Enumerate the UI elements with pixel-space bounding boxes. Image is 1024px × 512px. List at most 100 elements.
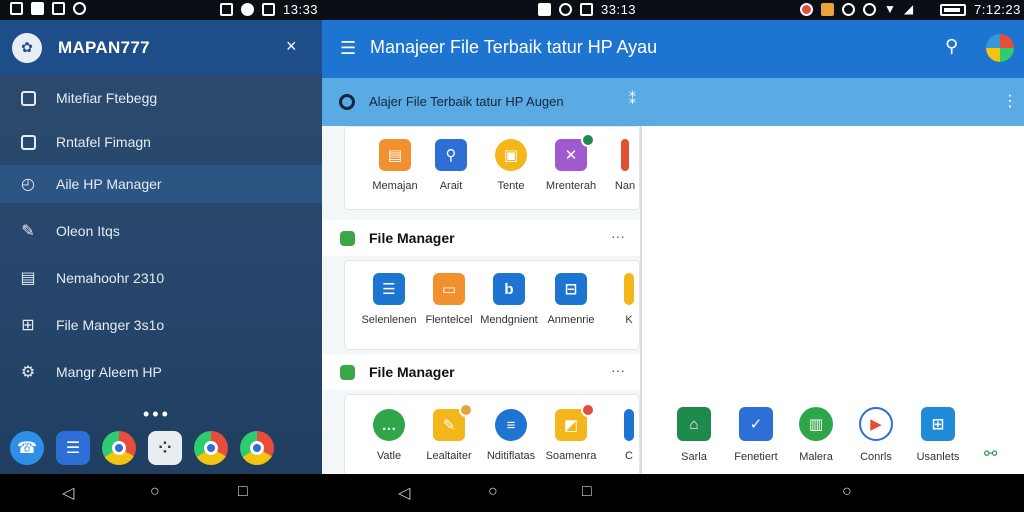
clock-icon: ◴ [21,176,35,193]
app-tile[interactable]: ◩ Soamenra [541,403,601,462]
home-circle-icon[interactable]: ○ [150,483,160,501]
image-icon: ✕ [555,133,595,171]
app-bar: ☰ Manajeer File Terbaik tatur HP Ayau ⚲ [322,20,1024,78]
app-tile-label: Flentelcel [425,314,473,326]
settings-notification-icon [842,2,855,16]
recents-icon[interactable]: □ [582,483,592,501]
bottom-app-tile[interactable]: ⌂ Sarla [664,407,724,463]
chrome-icon[interactable] [194,431,228,465]
navigation-drawer: ✿ MAPAN777 × Mitefiar Ftebegg Rntafel Fi… [0,20,322,474]
sub-header-bar: Alajer File Terbaik tatur HP Augen ⁑ ⋮ [322,78,1024,126]
document-icon: ▤ [379,139,411,171]
app-tile[interactable]: ⊟ Anmenrie [541,273,601,326]
app-tile[interactable]: ⚲ Arait [421,139,481,192]
bottom-app-tile[interactable]: ✓ Fenetiert [726,407,786,463]
drive-icon [624,409,634,441]
recents-icon[interactable]: □ [238,483,248,501]
storage-icon: ⊟ [555,273,587,305]
app-tile[interactable]: ✕ Mrenterah [541,133,601,192]
phone-icon[interactable]: ☎ [10,431,44,465]
app-tile[interactable]: ≡ Nditiflatas [481,409,541,462]
chrome-icon[interactable] [102,431,136,465]
chrome-icon[interactable] [240,431,274,465]
main-content: ▤ Memajan ⚲ Arait ▣ Tente ✕ Mrenterah Na… [322,126,1024,474]
camera-icon [538,3,551,16]
drawer-item-label: Rntafel Fimagn [56,134,151,150]
drawer-item-6[interactable]: ⊞ File Manger 3s1o [0,306,322,344]
folder-icon [340,364,355,380]
drawer-item-label: Oleon Itqs [56,223,120,239]
more-horiz-icon[interactable]: ··· [611,228,625,244]
search-icon[interactable]: ⚲ [945,36,958,57]
apps-grid-icon[interactable]: ⁘ [148,431,182,465]
vibrate-icon [220,3,233,16]
more-dots-icon[interactable]: ••• [143,404,171,425]
sync-icon [73,2,86,15]
image-notification-icon [10,2,23,15]
app-card-row-1: ▤ Memajan ⚲ Arait ▣ Tente ✕ Mrenterah Na… [344,126,640,210]
more-horiz-icon[interactable]: ··· [611,362,625,378]
app-tile[interactable]: b Mendgnient [479,273,539,326]
status-icons-right: ▼ ◢ [800,2,913,16]
app-dock: ☎ ☰ ⁘ [10,431,274,465]
app-tile[interactable]: K [599,273,640,326]
app-tile-label: Mrenterah [545,180,597,192]
section-title: File Manager [369,364,455,380]
notes-icon[interactable]: ☰ [56,431,90,465]
box-icon [624,273,634,305]
app-tile-label: Mendgnient [480,314,538,326]
pane-divider[interactable] [640,126,642,474]
app-tile[interactable]: … Vatle [359,409,419,462]
drawer-item-5[interactable]: ▤ Nemahoohr 2310 [0,259,322,297]
section-header-2: File Manager ··· [322,354,640,390]
more-vert-icon[interactable]: ⋮ [1002,91,1018,111]
check-icon: ✓ [739,407,773,441]
home-circle-icon[interactable]: ○ [488,483,498,501]
bottom-app-tile[interactable]: ▥ Malera [786,407,846,463]
grid-icon: ⊞ [921,407,955,441]
bottom-app-tile[interactable]: ▶ Conrls [846,407,906,463]
app-tile[interactable]: ☰ Selenlenen [359,273,419,326]
back-icon[interactable]: ◁ [62,483,74,503]
bottom-app-label: Malera [799,451,833,463]
drawer-item-4[interactable]: ✎ Oleon Itqs [0,212,322,250]
expand-icon[interactable]: ⁑ [629,91,636,108]
avatar[interactable]: ✿ [12,32,42,63]
bottom-app-label: Conrls [860,451,892,463]
drawer-item-3-active[interactable]: ◴ Aile HP Manager [0,165,322,203]
drawer-item-label: Aile HP Manager [56,176,162,192]
drawer-item-label: Mangr Aleem HP [56,364,162,380]
location-icon [241,3,254,16]
app-tile[interactable]: ▣ Tente [481,139,541,192]
home-circle-icon[interactable]: ○ [842,483,852,501]
app-tile[interactable]: ▭ Flentelcel [419,273,479,326]
drawer-item-2[interactable]: Rntafel Fimagn [0,123,322,161]
app-card-row-3: … Vatle ✎ Lealtaiter ≡ Nditiflatas ◩ Soa… [344,394,640,474]
app-notification-icon [31,2,44,15]
play-icon: ▶ [859,407,893,441]
bottom-app-tile[interactable]: ⊞ Usanlets [908,407,968,463]
app-tile-label: Selenlenen [361,314,417,326]
back-icon[interactable]: ◁ [398,483,410,503]
close-icon[interactable]: × [286,36,297,57]
chat-icon: … [373,409,405,441]
share-icon[interactable]: ⚯ [984,444,997,464]
system-nav-bar: ◁ ○ □ ◁ ○ □ ○ [0,474,1024,512]
drive-icon: b [493,273,525,305]
drawer-item-7[interactable]: ⚙ Mangr Aleem HP [0,353,322,391]
app-tile[interactable]: ✎ Lealtaiter [419,403,479,462]
app-tile-label: Nditiflatas [486,450,536,462]
app-tile-label: Vatle [376,450,402,462]
status-icons-left [10,2,86,15]
app-title: Manajeer File Terbaik tatur HP Ayau [370,37,658,57]
drawer-item-1[interactable]: Mitefiar Ftebegg [0,79,322,117]
menu-icon[interactable]: ☰ [340,38,356,59]
wifi-icon: ▼ [884,2,896,16]
panel-icon [18,132,38,152]
folder-icon [340,230,355,246]
app-tile[interactable]: ▤ Memajan [365,139,425,192]
app-tile[interactable]: C [599,409,640,462]
account-avatar-icon[interactable] [986,34,1014,62]
gear-icon: ⚙ [20,364,36,381]
app-tile[interactable]: Nan [595,139,640,192]
